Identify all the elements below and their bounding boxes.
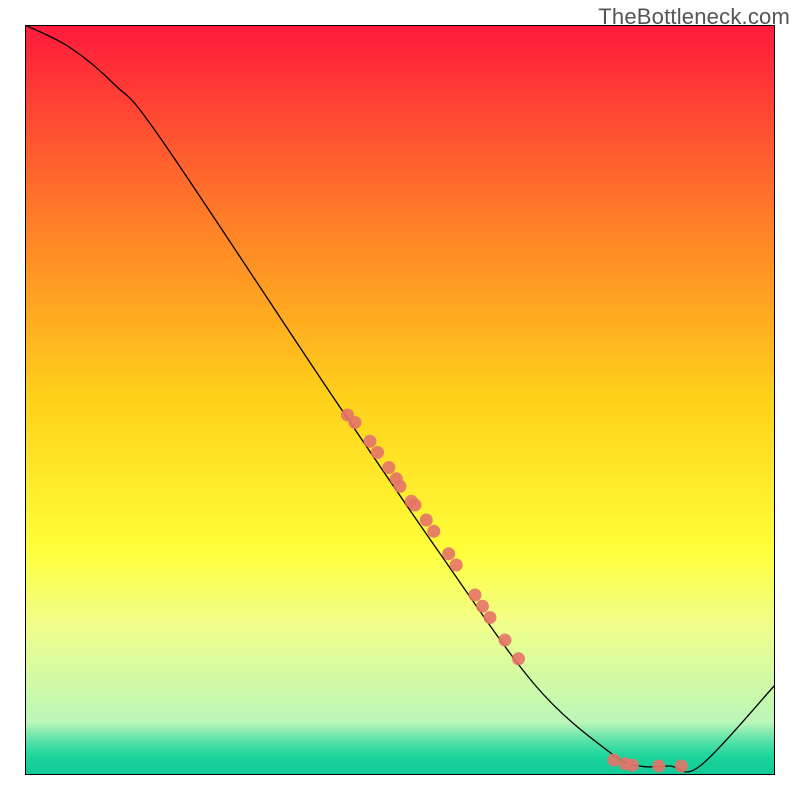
plot-area [25, 25, 775, 775]
chart-background [25, 25, 775, 775]
data-point [469, 589, 482, 602]
data-point [626, 759, 639, 772]
data-point [382, 461, 395, 474]
data-point [409, 499, 422, 512]
data-point [371, 446, 384, 459]
data-point [675, 760, 688, 773]
chart-svg [25, 25, 775, 775]
watermark-label: TheBottleneck.com [598, 4, 790, 30]
data-point [512, 652, 525, 665]
data-point [476, 600, 489, 613]
data-point [499, 634, 512, 647]
data-point [607, 754, 620, 767]
data-point [420, 514, 433, 527]
data-point [484, 611, 497, 624]
data-point [394, 480, 407, 493]
data-point [364, 435, 377, 448]
data-point [427, 525, 440, 538]
data-point [450, 559, 463, 572]
bottleneck-chart: TheBottleneck.com [0, 0, 800, 800]
data-point [442, 547, 455, 560]
data-point [652, 760, 665, 773]
data-point [349, 416, 362, 429]
